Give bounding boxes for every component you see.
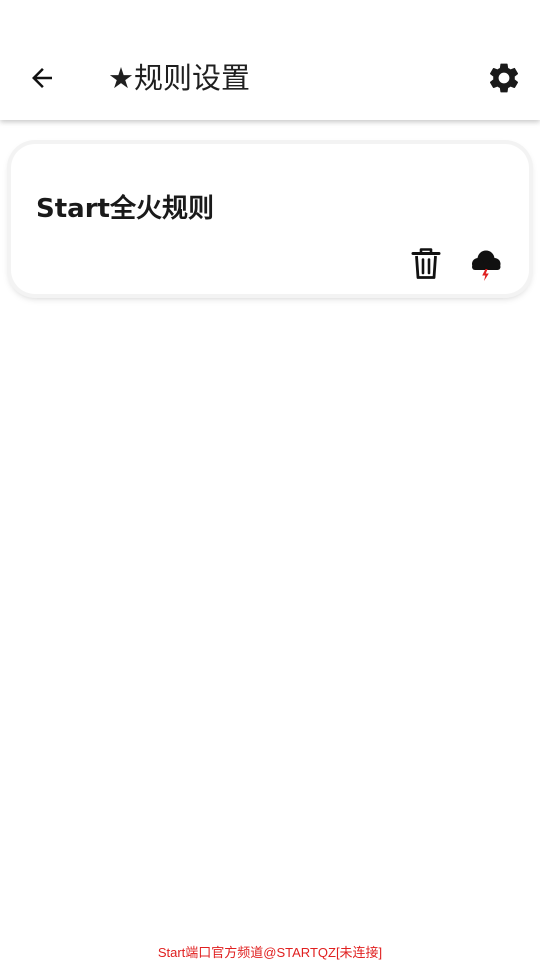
footer-channel-link[interactable]: Start端口官方频道@STARTQZ[未连接] — [0, 942, 540, 961]
back-button[interactable] — [22, 58, 62, 98]
rule-name: Start全火规则 — [36, 194, 214, 224]
delete-rule-button[interactable] — [409, 246, 443, 282]
app-bar: ★规则设置 — [0, 0, 540, 120]
trash-icon — [411, 248, 441, 279]
page-title: ★规则设置 — [108, 61, 250, 95]
arrow-back-icon — [32, 68, 52, 88]
settings-button[interactable] — [484, 58, 524, 98]
cloud-sync-button[interactable] — [467, 246, 505, 284]
gear-icon — [489, 63, 519, 93]
cloud-lightning-icon — [472, 250, 501, 281]
rule-card[interactable]: Start全火规则 — [11, 144, 529, 294]
